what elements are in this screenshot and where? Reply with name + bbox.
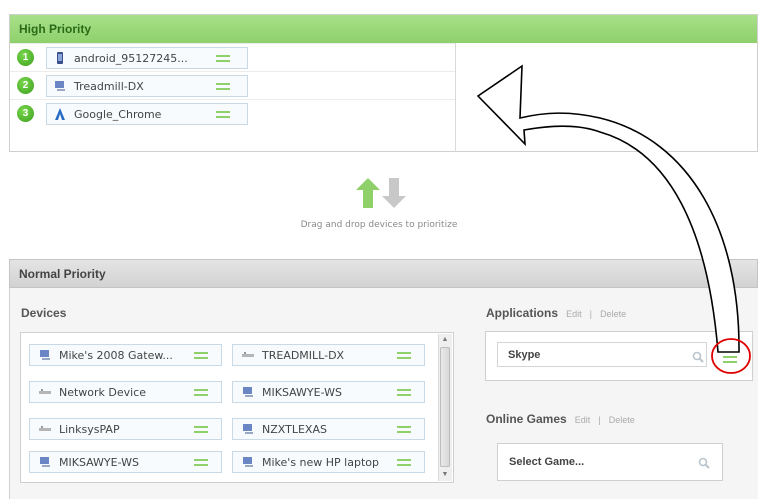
device-chip[interactable]: MIKSAWYE-WS <box>29 451 222 473</box>
search-icon[interactable] <box>692 351 704 363</box>
high-priority-panel: High Priority 1 android_95127245... 2 Tr… <box>9 14 758 152</box>
device-name: Mike's new HP laptop <box>262 456 379 469</box>
device-chip[interactable]: TREADMILL-DX <box>232 344 425 366</box>
panel-divider <box>455 43 456 152</box>
drag-handle-icon[interactable] <box>397 459 411 466</box>
scroll-up-arrow-icon[interactable]: ▲ <box>438 334 452 346</box>
link-separator: | <box>589 309 592 319</box>
drag-handle-icon[interactable] <box>194 459 208 466</box>
high-priority-device-chip[interactable]: android_95127245... <box>46 47 248 69</box>
device-name: Mike's 2008 Gatew... <box>59 349 173 362</box>
high-priority-header: High Priority <box>10 15 757 43</box>
device-chip[interactable]: Network Device <box>29 381 222 403</box>
high-priority-row: 1 android_95127245... <box>10 43 455 71</box>
select-game-field[interactable]: Select Game... <box>498 444 722 480</box>
drag-handle-icon[interactable] <box>216 83 230 90</box>
drag-arrows-icon <box>356 178 406 208</box>
computer-icon <box>55 81 65 91</box>
drag-handle-icon[interactable] <box>723 356 737 363</box>
device-chip[interactable]: Mike's new HP laptop <box>232 451 425 473</box>
applications-label: Applications <box>486 306 559 320</box>
network-device-icon <box>39 389 51 394</box>
applications-box: Skype <box>485 331 753 381</box>
computer-icon <box>40 457 50 467</box>
computer-icon <box>40 350 50 360</box>
device-name: android_95127245... <box>74 52 188 65</box>
drag-handle-icon[interactable] <box>194 426 208 433</box>
device-name: MIKSAWYE-WS <box>262 386 342 399</box>
scroll-down-arrow-icon[interactable]: ▼ <box>438 469 452 481</box>
drag-handle-icon[interactable] <box>397 352 411 359</box>
online-games-header: Online Games Edit | Delete <box>486 412 635 426</box>
online-games-label: Online Games <box>486 412 567 426</box>
computer-icon <box>243 387 253 397</box>
online-games-delete-link[interactable]: Delete <box>609 415 635 425</box>
link-separator: | <box>598 415 601 425</box>
select-game-placeholder: Select Game... <box>509 456 585 468</box>
application-name: Skype <box>508 349 541 361</box>
priority-number-badge: 3 <box>17 105 34 122</box>
computer-icon <box>243 457 253 467</box>
device-name: Treadmill-DX <box>74 80 144 93</box>
computer-icon <box>243 424 253 434</box>
normal-priority-header: Normal Priority <box>9 259 758 288</box>
drag-handle-icon[interactable] <box>216 55 230 62</box>
drag-handle-icon[interactable] <box>397 426 411 433</box>
online-games-edit-link[interactable]: Edit <box>575 415 591 425</box>
device-name: NZXTLEXAS <box>262 423 327 436</box>
device-chip[interactable]: LinksysPAP <box>29 418 222 440</box>
drag-handle-icon[interactable] <box>216 111 230 118</box>
high-priority-row: 3 Google_Chrome <box>10 99 455 127</box>
device-chip[interactable]: Mike's 2008 Gatew... <box>29 344 222 366</box>
device-name: Network Device <box>59 386 147 399</box>
search-icon[interactable] <box>698 457 710 469</box>
device-chip[interactable]: NZXTLEXAS <box>232 418 425 440</box>
high-priority-device-chip[interactable]: Google_Chrome <box>46 103 248 125</box>
application-chip[interactable]: Skype <box>497 342 707 367</box>
drag-handle-icon[interactable] <box>194 352 208 359</box>
device-name: LinksysPAP <box>59 423 120 436</box>
high-priority-device-chip[interactable]: Treadmill-DX <box>46 75 248 97</box>
applications-edit-link[interactable]: Edit <box>566 309 582 319</box>
applications-header: Applications Edit | Delete <box>486 306 626 320</box>
devices-label: Devices <box>21 306 67 320</box>
priority-number-badge: 2 <box>17 77 34 94</box>
device-name: TREADMILL-DX <box>262 349 345 362</box>
device-name: MIKSAWYE-WS <box>59 456 139 469</box>
network-device-icon <box>39 426 51 431</box>
online-games-box: Select Game... <box>497 443 723 481</box>
priority-number-badge: 1 <box>17 49 34 66</box>
scrollbar-thumb[interactable] <box>440 347 450 467</box>
drag-hint-text: Drag and drop devices to prioritize <box>300 220 458 230</box>
network-device-icon <box>242 352 254 357</box>
devices-list[interactable]: Mike's 2008 Gatew... TREADMILL-DX Networ… <box>20 332 454 483</box>
phone-icon <box>57 52 63 64</box>
drag-handle-icon[interactable] <box>397 389 411 396</box>
app-icon <box>55 108 65 120</box>
drag-handle-icon[interactable] <box>194 389 208 396</box>
device-chip[interactable]: MIKSAWYE-WS <box>232 381 425 403</box>
high-priority-row: 2 Treadmill-DX <box>10 71 455 99</box>
device-name: Google_Chrome <box>74 108 162 121</box>
applications-delete-link[interactable]: Delete <box>600 309 626 319</box>
